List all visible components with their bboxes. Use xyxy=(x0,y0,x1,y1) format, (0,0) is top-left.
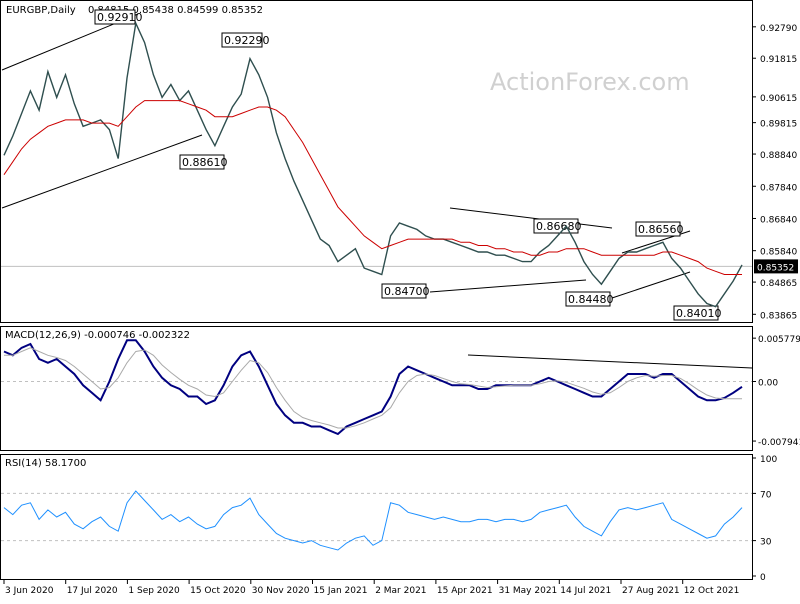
price-tick-label-3: 0.89815 xyxy=(760,120,797,130)
x-tick-label-2: 1 Sep 2020 xyxy=(128,586,180,596)
price-tick-label-5: 0.87840 xyxy=(760,183,797,193)
x-tick-label-0: 3 Jun 2020 xyxy=(5,586,54,596)
macd-title: MACD(12,26,9) -0.000746 -0.002322 xyxy=(5,330,190,341)
price-tick-label-4: 0.88840 xyxy=(760,151,797,161)
price-tick-label-1: 0.91815 xyxy=(760,55,797,65)
x-tick-label-1: 17 Jul 2020 xyxy=(67,586,118,596)
x-tick-label-9: 14 Jul 2021 xyxy=(560,586,611,596)
callout-7: 0.84010 xyxy=(676,307,722,320)
callout-3: 0.86680 xyxy=(536,220,582,233)
price-tick-label-8: 0.84865 xyxy=(760,279,797,289)
rsi-title: RSI(14) 58.1700 xyxy=(5,458,86,469)
x-tick-label-10: 27 Aug 2021 xyxy=(622,586,680,596)
callout-6: 0.84480 xyxy=(568,293,614,306)
price-tick-label-0: 0.92790 xyxy=(760,24,797,34)
rsi-tick-label-0: 100 xyxy=(760,455,777,465)
x-tick-label-8: 31 May 2021 xyxy=(499,586,558,596)
x-tick-label-11: 12 Oct 2021 xyxy=(684,586,740,596)
price-tick-label-6: 0.86840 xyxy=(760,215,797,225)
price-tick-label-7: 0.85840 xyxy=(760,248,797,258)
macd-tick-label-2: -0.007941 xyxy=(758,438,800,448)
callout-1: 0.92290 xyxy=(224,34,270,47)
rsi-tick-label-3: 0 xyxy=(760,573,766,583)
x-tick-label-5: 15 Jan 2021 xyxy=(314,586,368,596)
x-tick-label-4: 30 Nov 2020 xyxy=(252,586,310,596)
rsi-tick-label-2: 30 xyxy=(760,538,772,548)
price-tick-label-9: 0.83865 xyxy=(760,311,797,321)
macd-panel-frame xyxy=(1,327,753,451)
symbol-label: EURGBP,Daily xyxy=(6,5,76,16)
current-price-label: 0.85352 xyxy=(757,263,794,273)
macd-tick-label-1: 0.00 xyxy=(758,379,778,389)
macd-tick-label-0: 0.005779 xyxy=(758,335,800,345)
callout-4: 0.86560 xyxy=(638,223,684,236)
chart-root: EURGBP,Daily 0.84815 0.85438 0.84599 0.8… xyxy=(0,0,800,600)
x-tick-label-7: 15 Apr 2021 xyxy=(437,586,493,596)
rsi-tick-label-1: 70 xyxy=(760,490,772,500)
callout-2: 0.88610 xyxy=(182,156,228,169)
callout-5: 0.84700 xyxy=(384,285,430,298)
watermark: ActionForex.com xyxy=(490,68,690,96)
price-panel-frame xyxy=(1,1,753,323)
rsi-panel-frame xyxy=(1,455,753,580)
price-tick-label-2: 0.90615 xyxy=(760,94,797,104)
chart-svg: EURGBP,Daily 0.84815 0.85438 0.84599 0.8… xyxy=(0,0,800,600)
x-tick-label-3: 15 Oct 2020 xyxy=(190,586,246,596)
x-tick-label-6: 2 Mar 2021 xyxy=(375,586,426,596)
